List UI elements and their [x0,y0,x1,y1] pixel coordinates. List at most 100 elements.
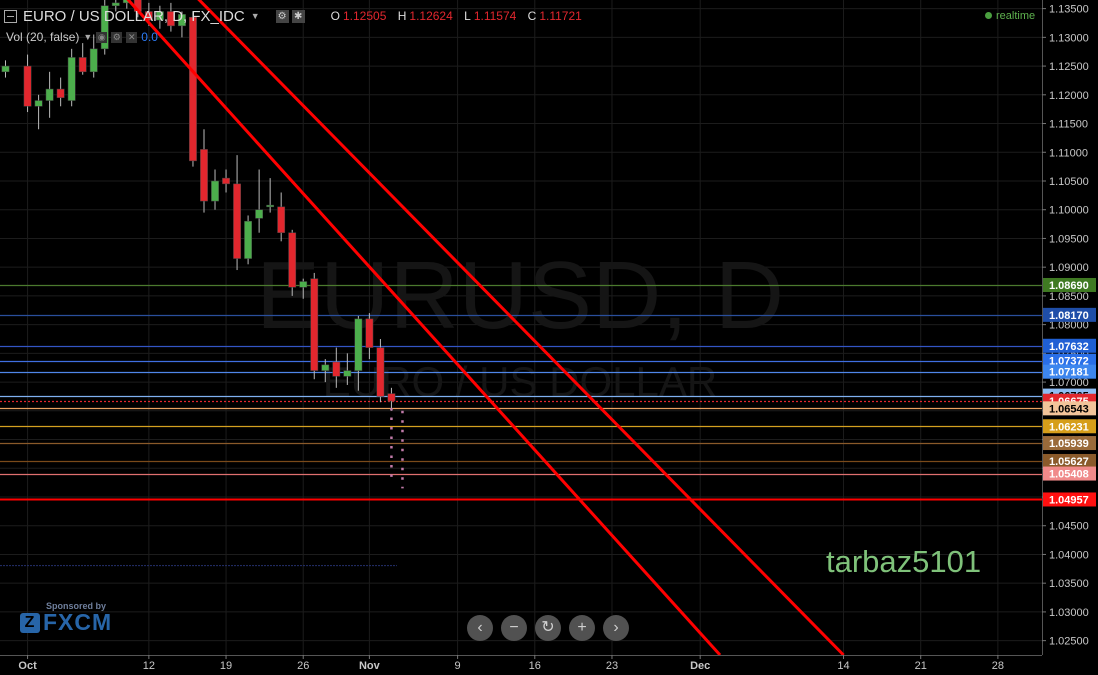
candle-up [255,209,264,219]
reset-button[interactable]: ↻ [535,615,561,641]
close-label: C [527,9,537,23]
level-label: 1.06231 [1049,421,1089,433]
realtime-status: realtime [985,10,1035,22]
time-tick-label: 23 [606,660,618,672]
settings-icon[interactable]: ⚙ [111,31,123,43]
candle-down [78,57,87,73]
sponsor-brand-name: FXCM [43,609,113,635]
candle-down [365,318,374,348]
time-tick-label: 16 [529,660,541,672]
candle-down [200,149,208,202]
candle-down [277,206,286,233]
level-label: 1.05408 [1049,469,1089,481]
candle-down [23,65,32,107]
level-label: 1.07181 [1049,367,1089,379]
volume-label[interactable]: Vol (20, false) [6,30,79,44]
time-tick-label: Nov [359,660,381,672]
ohlc-values: O 1.12505 H 1.12624 L 1.11574 C 1.11721 [323,9,582,23]
volume-indicator: Vol (20, false) ▼ ◉ ⚙ ✕ 0.0 [6,30,158,44]
time-axis-background [0,655,1042,675]
price-tick-label: 1.04000 [1049,549,1089,561]
sponsor-logo[interactable]: Sponsored by Z FXCM [20,601,112,636]
time-tick-label: 12 [143,660,155,672]
realtime-label: realtime [996,10,1036,22]
price-axis[interactable]: 1.13500 1.13000 1.12500 1.12000 1.11500 1.110… [1042,0,1098,675]
fxcm-logo-icon: Z [20,612,40,633]
candle-down [376,347,385,397]
status-dot-icon [985,12,992,19]
candle-down [387,393,396,402]
zoom-in-button[interactable]: + [569,615,595,641]
candle-up [343,370,352,377]
close-value: 1.11721 [539,9,582,23]
candle-down [56,88,65,98]
candle-up [89,48,98,73]
scroll-right-button[interactable]: › [603,615,629,641]
time-axis[interactable]: Oct 12 19 26 Nov 9 16 23 Dec 14 21 28 [0,655,1042,675]
high-label: H [397,9,407,23]
price-tick-label: 1.02500 [1049,636,1089,648]
high-value: 1.12624 [409,9,453,23]
low-label: L [464,9,471,23]
candle-down [222,177,230,185]
candle-up [321,364,330,371]
chart-header: EURO / US DOLLAR, D, FX_IDC ▼ ⚙ ✱ O 1.125… [4,6,582,26]
symbol-title[interactable]: EURO / US DOLLAR, D, FX_IDC [23,8,245,25]
time-tick-label: 21 [915,660,927,672]
level-label: 1.06543 [1049,403,1089,415]
candle-up [244,220,252,259]
candle-up [266,204,275,208]
candle-up [1,65,10,73]
price-tick-label: 1.13000 [1049,32,1089,44]
candle-up [45,88,54,101]
level-label: 1.08170 [1049,310,1089,322]
zoom-out-button[interactable]: − [501,615,527,641]
price-tick-label: 1.12500 [1049,61,1089,73]
candle-down [189,16,197,162]
candle-down [332,361,341,377]
chevron-down-icon[interactable]: ▼ [83,32,92,42]
candle-down [288,232,297,288]
watermark: EURUSD, D EURO / US DOLLAR [256,242,784,405]
level-labels: 1.086901.081701.076321.073721.071811.067… [1043,277,1096,507]
price-tick-label: 1.12000 [1049,90,1089,102]
time-tick-label: 26 [297,660,309,672]
price-tick-label: 1.09500 [1049,233,1089,245]
close-icon[interactable]: ✕ [126,31,138,43]
watermark-symbol: EURUSD, D [256,242,784,349]
candle-up [354,318,363,371]
candle-up [67,57,76,101]
price-tick-label: 1.11000 [1049,147,1088,159]
level-label: 1.08690 [1049,280,1089,292]
time-tick-label: 19 [220,660,232,672]
volume-value: 0.0 [141,30,158,44]
open-value: 1.12505 [342,9,387,23]
price-tick-label: 1.13500 [1049,4,1089,16]
sponsor-brand: Z FXCM [20,609,112,636]
low-value: 1.11574 [473,9,517,23]
candle-down [233,183,241,259]
author-signature: tarbaz5101 [826,544,982,579]
chart-navigation: ‹ − ↻ + › [467,615,629,641]
gear-icon[interactable]: ✱ [291,9,305,23]
price-tick-label: 1.03000 [1049,607,1089,619]
price-tick-label: 1.08500 [1049,291,1089,303]
price-tick-label: 1.10500 [1049,176,1089,188]
time-tick-label: 28 [992,660,1004,672]
level-label: 1.05627 [1049,456,1089,468]
scroll-left-button[interactable]: ‹ [467,615,493,641]
candle-up [34,100,43,107]
collapse-icon[interactable] [4,9,17,23]
price-tick-label: 1.04500 [1049,521,1089,533]
candle-up [211,180,219,202]
eye-icon[interactable]: ◉ [96,31,108,43]
level-label: 1.07632 [1049,341,1089,353]
level-label: 1.05939 [1049,438,1089,450]
candle-up [299,281,308,288]
settings-icon[interactable]: ⚙ [275,9,289,23]
chevron-down-icon[interactable]: ▼ [251,11,260,21]
time-tick-label: Dec [690,660,710,672]
time-tick-label: 9 [455,660,461,672]
price-tick-label: 1.10000 [1049,205,1089,217]
level-label: 1.04957 [1049,494,1089,506]
